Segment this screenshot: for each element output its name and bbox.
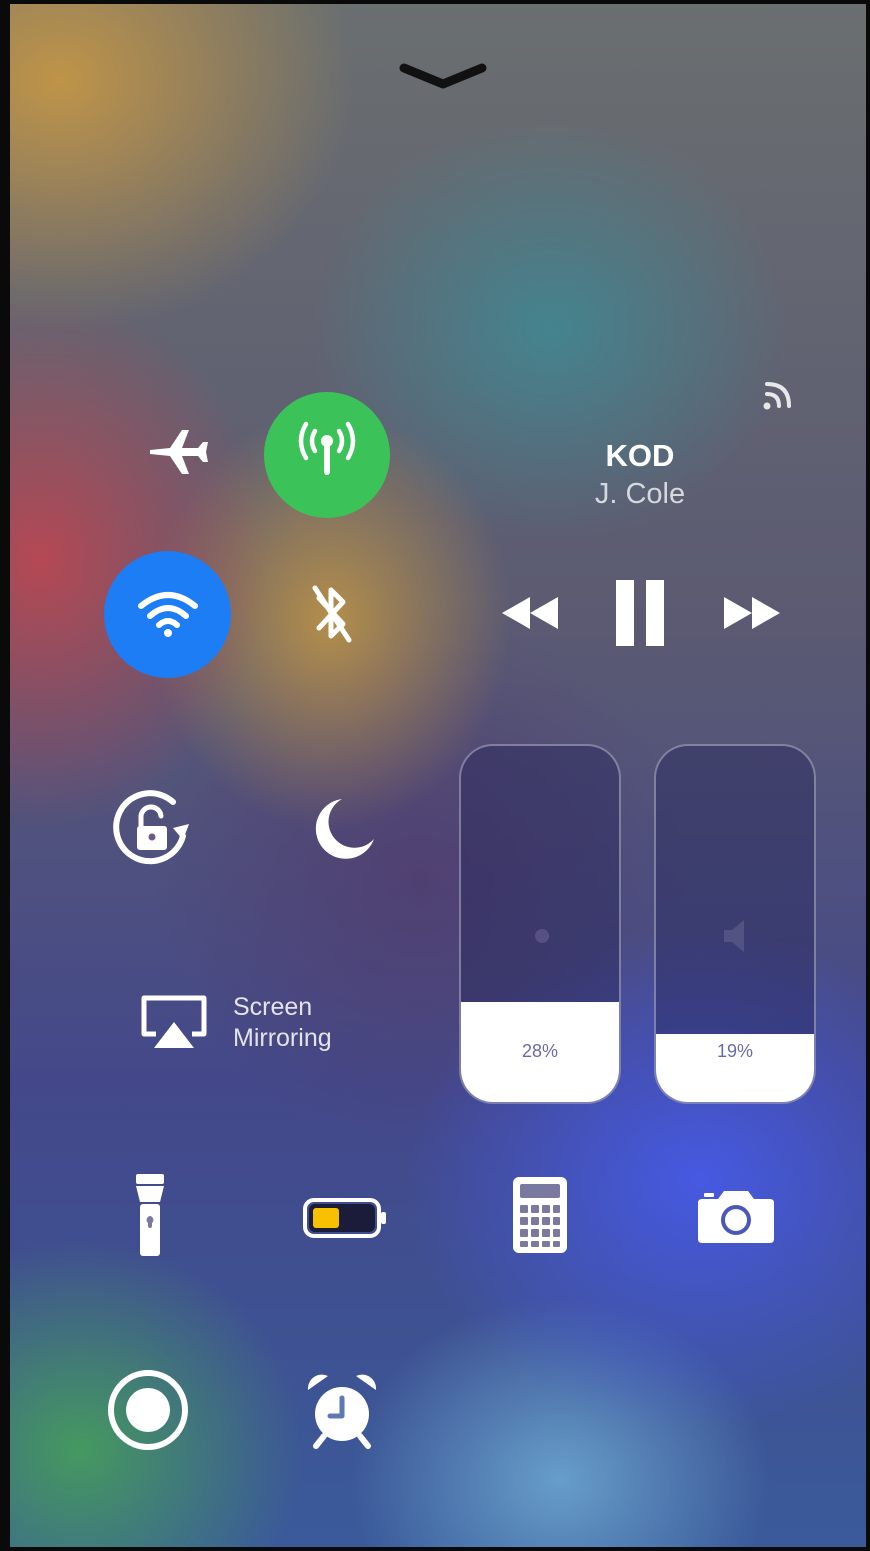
- rotation-lock-button[interactable]: [88, 768, 213, 893]
- screen-mirroring-label: Screen Mirroring: [233, 992, 332, 1054]
- cellular-antenna-icon: [289, 415, 365, 496]
- pause-button[interactable]: [600, 575, 680, 655]
- airplane-mode-button[interactable]: [115, 392, 240, 517]
- track-artist: J. Cole: [594, 478, 686, 510]
- wifi-button[interactable]: [104, 551, 231, 678]
- cellular-data-button[interactable]: [264, 392, 390, 518]
- alarm-button[interactable]: [292, 1362, 392, 1462]
- volume-value: 19%: [716, 1041, 754, 1061]
- track-title: KOD: [605, 438, 675, 473]
- bluetooth-button[interactable]: [268, 553, 393, 678]
- chevron-down-icon[interactable]: [398, 58, 488, 98]
- calculator-button[interactable]: [490, 1165, 590, 1270]
- screen-mirroring-label-line1: Screen: [233, 993, 313, 1021]
- airplane-icon: [146, 420, 210, 489]
- moon-icon: [308, 793, 378, 868]
- calculator-icon: [511, 1175, 569, 1260]
- rewind-button[interactable]: [490, 580, 570, 650]
- low-power-battery-icon: [301, 1196, 389, 1245]
- control-center: KOD J. Cole Screen Mirroring 28% 19%: [0, 0, 870, 1551]
- rewind-icon: [498, 593, 562, 638]
- camera-icon: [696, 1185, 776, 1250]
- fast-forward-button[interactable]: [712, 580, 792, 650]
- camera-button[interactable]: [686, 1170, 786, 1265]
- brightness-value: 28%: [521, 1041, 559, 1061]
- screen-mirroring-icon: [136, 992, 212, 1052]
- do-not-disturb-button[interactable]: [280, 768, 405, 893]
- flashlight-icon: [130, 1172, 170, 1263]
- low-power-mode-button[interactable]: [290, 1175, 400, 1265]
- sun-icon: [522, 916, 562, 961]
- fast-forward-icon: [720, 593, 784, 638]
- airplay-audio-button[interactable]: [752, 373, 802, 423]
- screen-mirroring-label-line2: Mirroring: [233, 1024, 332, 1052]
- flashlight-button[interactable]: [100, 1165, 200, 1270]
- volume-slider[interactable]: 19%: [654, 744, 816, 1104]
- bluetooth-off-icon: [301, 578, 361, 653]
- airplay-audio-icon: [757, 376, 797, 421]
- rotation-lock-icon: [103, 780, 199, 881]
- brightness-slider[interactable]: 28%: [459, 744, 621, 1104]
- pause-icon: [612, 578, 668, 653]
- speaker-icon: [716, 914, 760, 963]
- alarm-clock-icon: [302, 1370, 382, 1455]
- screen-record-button[interactable]: [100, 1364, 196, 1460]
- screen-record-icon: [105, 1367, 191, 1458]
- wifi-icon: [133, 582, 203, 647]
